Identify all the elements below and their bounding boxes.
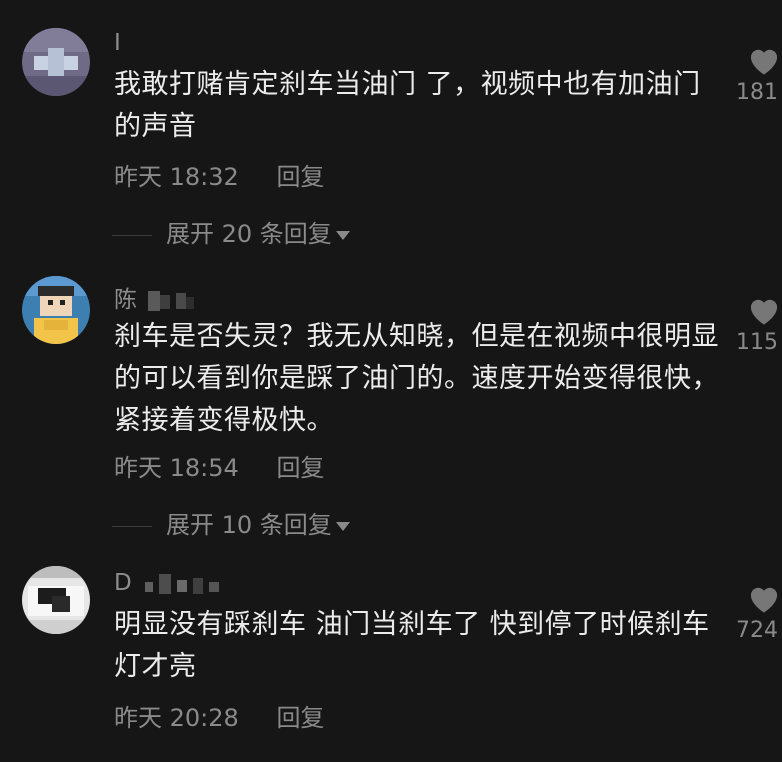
avatar[interactable] bbox=[22, 276, 90, 344]
comment-time: 昨天 20:28 bbox=[114, 704, 239, 732]
avatar-image bbox=[22, 276, 90, 344]
divider-line bbox=[112, 525, 152, 527]
expand-replies-button[interactable]: 展开 10 条回复 bbox=[112, 505, 350, 540]
expand-replies-button[interactable]: 展开 20 条回复 bbox=[112, 214, 350, 249]
comment-text: 刹车是否失灵？我无从知晓，但是在视频中很明显的可以看到你是踩了油门的。速度开始变… bbox=[114, 321, 719, 436]
like-button[interactable]: 115 bbox=[736, 294, 782, 355]
username[interactable]: 陈 bbox=[114, 280, 198, 314]
comment-meta: 昨天 20:28 回复 bbox=[114, 698, 324, 733]
avatar-image bbox=[22, 566, 90, 634]
comment-meta: 昨天 18:32 回复 bbox=[114, 157, 324, 192]
divider-line bbox=[112, 234, 152, 236]
comment-meta: 昨天 18:54 回复 bbox=[114, 448, 324, 483]
like-count: 115 bbox=[736, 330, 778, 355]
caret-down-icon bbox=[335, 521, 350, 531]
like-button[interactable]: 181 bbox=[736, 44, 782, 105]
like-count: 724 bbox=[736, 618, 778, 643]
reply-button[interactable]: 回复 bbox=[276, 704, 324, 732]
redacted-name bbox=[148, 290, 195, 311]
redacted-name bbox=[145, 573, 220, 594]
like-button[interactable]: 724 bbox=[736, 582, 782, 643]
comment-time: 昨天 18:32 bbox=[114, 163, 239, 191]
comment-time: 昨天 18:54 bbox=[114, 454, 239, 482]
avatar[interactable] bbox=[22, 566, 90, 634]
expand-replies-label: 展开 20 条回复 bbox=[166, 220, 332, 248]
heart-icon bbox=[750, 49, 778, 75]
username[interactable]: D bbox=[114, 570, 223, 596]
avatar-image bbox=[22, 28, 90, 96]
like-count: 181 bbox=[736, 80, 778, 105]
avatar[interactable] bbox=[22, 28, 90, 96]
heart-icon bbox=[750, 587, 778, 613]
heart-icon bbox=[750, 299, 778, 325]
reply-button[interactable]: 回复 bbox=[276, 454, 324, 482]
username[interactable]: I bbox=[114, 30, 122, 56]
caret-down-icon bbox=[335, 230, 350, 240]
comment-text: 明显没有踩刹车 油门当刹车了 快到停了时候刹车灯才亮 bbox=[114, 609, 710, 682]
expand-replies-label: 展开 10 条回复 bbox=[166, 511, 332, 539]
reply-button[interactable]: 回复 bbox=[276, 163, 324, 191]
comment-text: 我敢打赌肯定刹车当油门 了，视频中也有加油门的声音 bbox=[114, 69, 701, 142]
